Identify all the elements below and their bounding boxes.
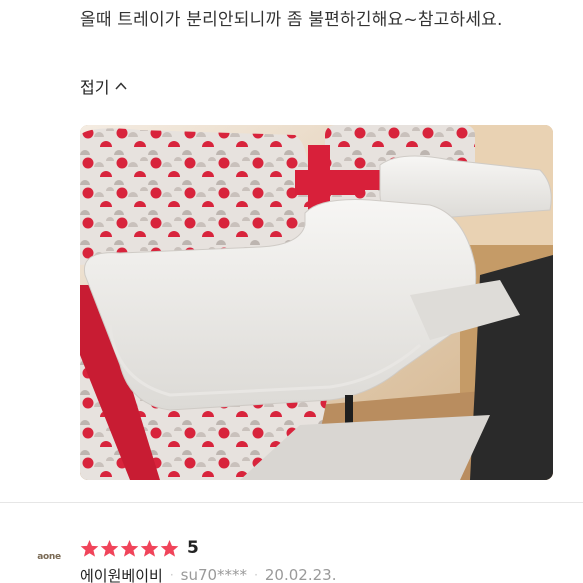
review-body: 올때 트레이가 분리안되니까 좀 불편하긴해요~참고하세요. [80,10,503,30]
meta-separator: · [169,568,174,582]
collapse-label: 접기 [80,78,110,97]
collapse-toggle[interactable]: 접기 [80,73,128,99]
rating-value: 5 [187,538,199,558]
avatar-logo: aone [37,552,61,562]
star-icon [80,539,99,557]
high-chair-photo [80,125,553,480]
user-id: su70**** [180,566,248,583]
star-rating: 5 [80,537,199,559]
avatar[interactable]: aone [34,542,64,572]
meta-separator: · [254,568,258,582]
review-photo[interactable] [80,125,553,480]
seller-name[interactable]: 에이원베이비 [80,565,163,583]
star-icon [140,539,159,557]
review-date: 20.02.23. [264,566,337,583]
star-icon [100,539,119,557]
review-meta: 에이원베이비 · su70**** · 20.02.23. [80,565,336,583]
star-icon [160,539,179,557]
chevron-up-icon [115,82,128,90]
star-icon [120,539,139,557]
review-divider [0,502,583,503]
